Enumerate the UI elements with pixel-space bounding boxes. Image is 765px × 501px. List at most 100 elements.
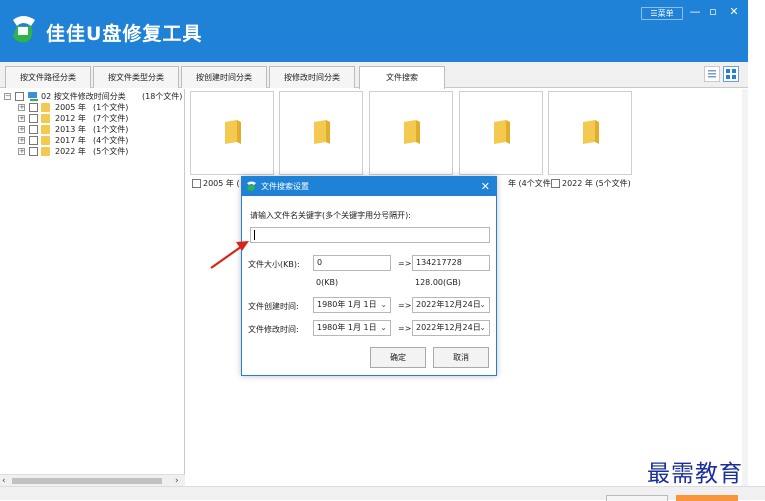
tree-root-checkbox[interactable] <box>15 92 24 101</box>
tree-root[interactable]: − 02 按文件修改时间分类 (18个文件) <box>0 91 185 102</box>
folder-icon <box>41 114 50 123</box>
folder-tile-label[interactable]: 年 (4个文件) <box>508 179 554 189</box>
expand-icon[interactable]: + <box>18 137 25 144</box>
keyword-input[interactable] <box>250 227 490 243</box>
tree-item[interactable]: + 2005 年 (1个文件) <box>0 102 150 113</box>
size-range-arrow: => <box>398 259 412 268</box>
created-to-date-picker[interactable]: 2022年12月24日 ⌄ <box>412 297 490 313</box>
chevron-down-icon[interactable]: ⌄ <box>380 298 387 312</box>
tree-item-year: 2005 年 <box>55 103 86 112</box>
folder-icon <box>41 147 50 156</box>
folder-icon <box>494 120 510 144</box>
folder-tile-text: 2005 年 ( <box>203 179 240 188</box>
folder-tile-label[interactable]: 2005 年 ( <box>192 179 240 189</box>
tree-item-year: 2022 年 <box>55 147 86 156</box>
tree-item-count: (1个文件) <box>93 125 129 134</box>
tree-item-checkbox[interactable] <box>29 136 38 145</box>
tree-root-count: (18个文件) <box>142 92 183 101</box>
created-from-value: 1980年 1月 1日 <box>317 300 377 309</box>
folder-icon <box>41 136 50 145</box>
tab-by-type[interactable]: 按文件类型分类 <box>93 66 179 88</box>
folder-tile-checkbox[interactable] <box>551 179 560 188</box>
tree-item-checkbox[interactable] <box>29 114 38 123</box>
modified-from-value: 1980年 1月 1日 <box>317 323 377 332</box>
tree-item-checkbox[interactable] <box>29 125 38 134</box>
ok-button[interactable]: 确定 <box>370 347 426 368</box>
size-label: 文件大小(KB): <box>248 260 300 269</box>
folder-tile[interactable] <box>459 91 543 175</box>
expand-icon[interactable]: + <box>18 115 25 122</box>
folder-icon <box>41 103 50 112</box>
size-max-display: 128.00(GB) <box>415 278 461 287</box>
size-min-display: 0(KB) <box>316 278 339 287</box>
app-logo-icon <box>13 16 35 43</box>
tree-item-checkbox[interactable] <box>29 103 38 112</box>
folder-tile[interactable] <box>190 91 274 175</box>
tree-item-checkbox[interactable] <box>29 147 38 156</box>
folder-tile[interactable] <box>369 91 453 175</box>
cancel-button[interactable]: 取消 <box>433 347 489 368</box>
bottom-secondary-button[interactable] <box>606 495 668 501</box>
folder-tile-label[interactable]: 2022 年 (5个文件) <box>551 179 631 189</box>
tab-bar: 按文件路径分类 按文件类型分类 按创建时间分类 按修改时间分类 文件搜索 <box>0 62 748 89</box>
main-vertical-scrollbar[interactable] <box>742 89 748 486</box>
created-from-date-picker[interactable]: 1980年 1月 1日 ⌄ <box>313 297 391 313</box>
bottom-primary-button[interactable] <box>676 495 738 501</box>
folder-icon <box>41 125 50 134</box>
folder-tile[interactable] <box>548 91 632 175</box>
tab-file-search[interactable]: 文件搜索 <box>359 66 445 89</box>
keyword-prompt: 请输入文件名关键字(多个关键字用分号隔开): <box>250 211 411 220</box>
modified-to-date-picker[interactable]: 2022年12月24日 ⌄ <box>412 320 490 336</box>
tab-by-created-time[interactable]: 按创建时间分类 <box>181 66 267 88</box>
tree-item-year: 2012 年 <box>55 114 86 123</box>
tree-item-count: (5个文件) <box>93 147 129 156</box>
chevron-down-icon[interactable]: ⌄ <box>479 321 486 335</box>
folder-icon <box>314 120 330 144</box>
tree-item[interactable]: + 2012 年 (7个文件) <box>0 113 150 124</box>
tab-by-modified-time[interactable]: 按修改时间分类 <box>269 66 355 88</box>
folder-icon <box>583 120 599 144</box>
collapse-icon[interactable]: − <box>4 93 11 100</box>
expand-icon[interactable]: + <box>18 126 25 133</box>
title-bar: 佳佳U盘修复工具 ☰菜单 — ▫ ✕ <box>0 0 748 62</box>
size-min-input[interactable]: 0 <box>313 255 391 271</box>
expand-icon[interactable]: + <box>18 104 25 111</box>
created-range-arrow: => <box>398 301 412 310</box>
folder-icon <box>225 120 241 144</box>
app-logo-icon <box>247 181 256 191</box>
folder-icon <box>404 120 420 144</box>
tab-by-path[interactable]: 按文件路径分类 <box>5 66 91 88</box>
modified-to-value: 2022年12月24日 <box>416 323 481 332</box>
modified-from-date-picker[interactable]: 1980年 1月 1日 ⌄ <box>313 320 391 336</box>
folder-tile[interactable] <box>279 91 363 175</box>
tree-item-year: 2017 年 <box>55 136 86 145</box>
expand-icon[interactable]: + <box>18 148 25 155</box>
dialog-title: 文件搜索设置 <box>261 182 309 191</box>
app-title: 佳佳U盘修复工具 <box>46 23 203 45</box>
dialog-title-bar: 文件搜索设置 ✕ <box>242 177 496 196</box>
chevron-down-icon[interactable]: ⌄ <box>479 298 486 312</box>
tree-item-count: (1个文件) <box>93 103 129 112</box>
folder-tile-checkbox[interactable] <box>192 179 201 188</box>
list-view-icon[interactable] <box>704 66 720 82</box>
scrollbar-thumb[interactable] <box>12 478 162 484</box>
modified-time-label: 文件修改时间: <box>248 325 299 334</box>
tree-horizontal-scrollbar[interactable]: ‹ › <box>0 474 185 486</box>
menu-button[interactable]: ☰菜单 <box>641 7 683 20</box>
modified-range-arrow: => <box>398 324 412 333</box>
computer-icon <box>27 91 39 102</box>
category-tree: − 02 按文件修改时间分类 (18个文件) + 2005 年 (1个文件) +… <box>0 89 185 486</box>
dialog-close-icon[interactable]: ✕ <box>481 177 490 196</box>
minimize-icon[interactable]: — <box>688 5 702 19</box>
grid-view-icon[interactable] <box>723 66 739 82</box>
tree-item[interactable]: + 2017 年 (4个文件) <box>0 135 150 146</box>
tree-item-year: 2013 年 <box>55 125 86 134</box>
file-search-dialog: 文件搜索设置 ✕ 请输入文件名关键字(多个关键字用分号隔开): 文件大小(KB)… <box>241 176 497 376</box>
close-icon[interactable]: ✕ <box>727 5 741 19</box>
chevron-down-icon[interactable]: ⌄ <box>380 321 387 335</box>
tree-root-label: 02 按文件修改时间分类 <box>41 92 126 101</box>
restore-icon[interactable]: ▫ <box>706 5 720 19</box>
size-max-input[interactable]: 134217728 <box>412 255 490 271</box>
tree-item[interactable]: + 2022 年 (5个文件) <box>0 146 150 157</box>
tree-item[interactable]: + 2013 年 (1个文件) <box>0 124 150 135</box>
